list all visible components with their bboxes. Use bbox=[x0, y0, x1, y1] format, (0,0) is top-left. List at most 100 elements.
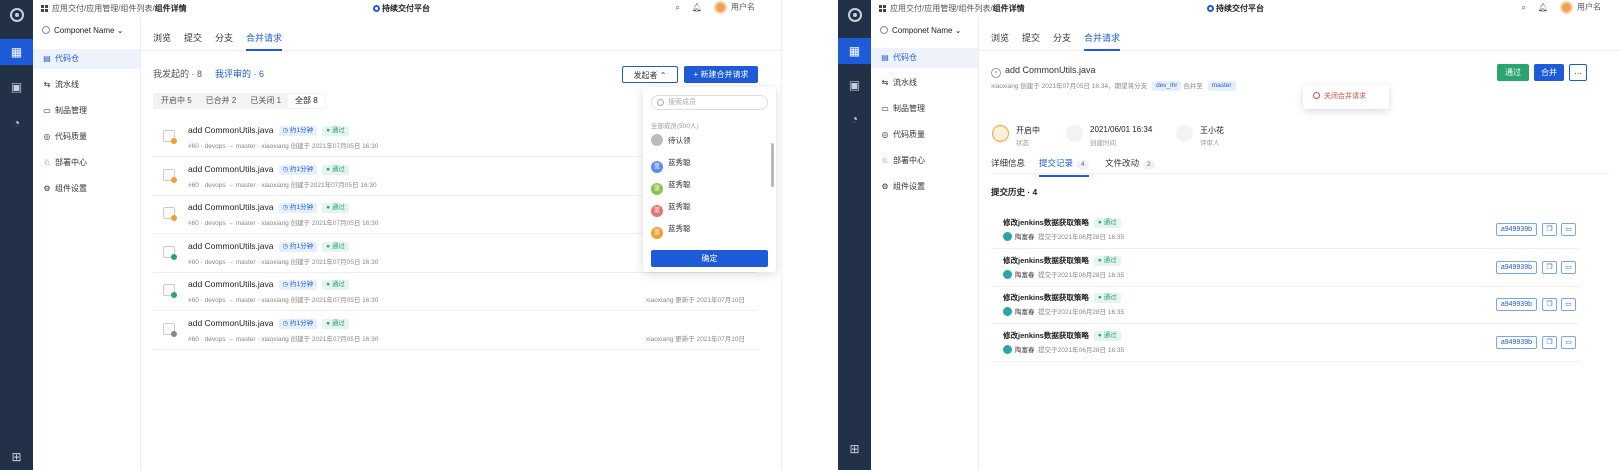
commit-hash[interactable]: a949939b bbox=[1495, 298, 1537, 311]
confirm-button[interactable]: 确定 bbox=[651, 250, 768, 267]
dashboard-icon[interactable]: ▦ bbox=[838, 38, 871, 64]
folder-icon[interactable]: ▭ bbox=[1561, 260, 1576, 274]
tab-commit-records[interactable]: 提交记录 4 bbox=[1039, 157, 1089, 177]
toolbox-icon[interactable]: ▣ bbox=[0, 74, 33, 100]
approve-button[interactable]: 通过 bbox=[1497, 64, 1529, 81]
tab-file-changes[interactable]: 文件改动 2 bbox=[1105, 157, 1155, 170]
time-tag: ◷ 约1分钟 bbox=[278, 126, 318, 136]
member-option[interactable]: 蓝蓝秀聪 bbox=[651, 198, 691, 217]
sidebar-item-quality[interactable]: ◎ 代码质量 bbox=[871, 125, 978, 145]
table-row[interactable]: add CommonUtils.java ◷ 约1分钟 ● 通过 #60 · devo… bbox=[153, 273, 757, 312]
user-menu[interactable]: 用户名 bbox=[1560, 1, 1601, 14]
sidebar-item-repo[interactable]: ▤ 代码仓 bbox=[33, 49, 140, 69]
commit-hash[interactable]: a949939b bbox=[1495, 260, 1537, 274]
mr-title-text[interactable]: add CommonUtils.java bbox=[188, 318, 274, 328]
tab-branches[interactable]: 分支 bbox=[1053, 31, 1071, 44]
bell-icon[interactable]: 🔔︎ bbox=[1538, 3, 1548, 12]
folder-icon[interactable]: ▭ bbox=[1561, 223, 1576, 236]
initiator-filter-button[interactable]: 发起者 ⌃ bbox=[622, 66, 678, 83]
chart-pie-icon[interactable]: ◔ bbox=[838, 106, 871, 132]
tab-commits[interactable]: 提交 bbox=[184, 31, 202, 44]
copy-icon[interactable]: ❐ bbox=[1542, 223, 1557, 236]
target-branch-tag[interactable]: master bbox=[1207, 81, 1236, 91]
project-selector[interactable]: Componet Name ⌄ bbox=[42, 26, 123, 35]
commit-title-text[interactable]: 修改jenkins数据获取策略 bbox=[1003, 218, 1089, 227]
tab-browse[interactable]: 浏览 bbox=[153, 31, 171, 44]
sidebar-item-settings[interactable]: ⚙ 组件设置 bbox=[871, 177, 978, 197]
source-branch-tag[interactable]: dev_lhr bbox=[1152, 81, 1182, 91]
mr-title: add CommonUtils.java ◷ 约1分钟 ● 通过 bbox=[188, 318, 349, 329]
segment-closed[interactable]: 已关闭 1 bbox=[243, 94, 288, 108]
commit-hash[interactable]: a949939b bbox=[1495, 335, 1537, 349]
apps-grid-icon[interactable]: ⊞ bbox=[0, 444, 33, 470]
breadcrumb-path[interactable]: 应用交付/应用管理/组件列表/ bbox=[890, 4, 993, 13]
new-merge-request-button[interactable]: + 新建合并请求 bbox=[684, 66, 758, 83]
count-badge: 2 bbox=[1143, 160, 1155, 170]
dropdown-scrollbar[interactable] bbox=[771, 143, 774, 187]
folder-icon[interactable]: ▭ bbox=[1561, 335, 1576, 349]
member-search-input[interactable]: 搜索成员 bbox=[651, 95, 768, 110]
breadcrumb-path[interactable]: 应用交付/应用管理/组件列表/ bbox=[52, 4, 155, 13]
apps-grid-icon[interactable]: ⊞ bbox=[838, 436, 871, 462]
created-value: 2021/06/01 16:34 bbox=[1090, 125, 1153, 134]
commit-hash[interactable]: a949939b bbox=[1495, 223, 1537, 236]
merge-button[interactable]: 合并 bbox=[1534, 64, 1564, 81]
copy-icon[interactable]: ❐ bbox=[1542, 335, 1557, 349]
sidebar-item-repo[interactable]: ▤ 代码仓 bbox=[871, 48, 978, 68]
status-badge-text: 通过 bbox=[331, 204, 345, 212]
tab-merge-requests[interactable]: 合并请求 bbox=[1084, 31, 1121, 51]
chart-pie-icon[interactable]: ◔ bbox=[0, 110, 33, 136]
dashboard-icon[interactable]: ▦ bbox=[0, 39, 33, 65]
back-icon[interactable]: › bbox=[991, 68, 1001, 78]
segment-all[interactable]: 全部 8 bbox=[288, 94, 325, 108]
sidebar-item-deploy[interactable]: ♘ 部署中心 bbox=[33, 153, 140, 173]
table-row[interactable]: add CommonUtils.java ◷ 约1分钟 ● 通过 #60 · devo… bbox=[153, 312, 757, 350]
tab-branches[interactable]: 分支 bbox=[215, 31, 233, 44]
tab-browse[interactable]: 浏览 bbox=[991, 31, 1009, 44]
tab-merge-requests[interactable]: 合并请求 bbox=[246, 31, 283, 51]
sidebar-item-settings[interactable]: ⚙ 组件设置 bbox=[33, 179, 140, 199]
sidebar-item-deploy[interactable]: ♘ 部署中心 bbox=[871, 151, 978, 171]
platform-logo-icon[interactable] bbox=[838, 2, 871, 28]
mr-title-text[interactable]: add CommonUtils.java bbox=[188, 279, 274, 289]
member-option[interactable]: 蓝蓝秀聪 bbox=[651, 154, 691, 173]
merge-request-detail-screen: ▦ ▣ ◔ ⊞ 应用交付/应用管理/组件列表/组件详情 持续交付平台 ⌕ 🔔︎ … bbox=[838, 0, 1621, 470]
sidebar-item-quality[interactable]: ◎ 代码质量 bbox=[33, 127, 140, 147]
platform-logo-icon[interactable] bbox=[0, 2, 33, 28]
mr-title-text[interactable]: add CommonUtils.java bbox=[188, 125, 274, 135]
commit-title-text[interactable]: 修改jenkins数据获取策略 bbox=[1003, 256, 1089, 265]
tab-details[interactable]: 详细信息 bbox=[991, 157, 1025, 169]
sidebar-item-pipeline[interactable]: ⇆ 流水线 bbox=[33, 75, 140, 95]
folder-icon[interactable]: ▭ bbox=[1561, 298, 1576, 311]
user-menu[interactable]: 用户名 bbox=[714, 1, 755, 14]
sidebar-item-artifact[interactable]: ▭ 制品管理 bbox=[33, 101, 140, 121]
member-option[interactable]: 待认领 bbox=[651, 132, 691, 150]
bell-icon[interactable]: 🔔︎ bbox=[692, 3, 702, 12]
commit-title-text[interactable]: 修改jenkins数据获取策略 bbox=[1003, 293, 1089, 302]
mr-title-text[interactable]: add CommonUtils.java bbox=[188, 202, 274, 212]
sidebar-item-label: 组件设置 bbox=[55, 184, 87, 193]
segment-open[interactable]: 开启中 5 bbox=[154, 94, 199, 108]
mr-title-text[interactable]: add CommonUtils.java bbox=[188, 164, 274, 174]
segment-merged[interactable]: 已合并 2 bbox=[199, 94, 244, 108]
member-option[interactable]: 蓝蓝秀聪 bbox=[651, 220, 691, 239]
toolbox-icon[interactable]: ▣ bbox=[838, 72, 871, 98]
breadcrumb-current: 组件详情 bbox=[154, 4, 187, 13]
project-selector[interactable]: Componet Name ⌄ bbox=[880, 26, 961, 35]
filter-my-reviewed[interactable]: 我评审的 · 6 bbox=[215, 67, 264, 80]
copy-icon[interactable]: ❐ bbox=[1542, 298, 1557, 311]
sidebar-item-pipeline[interactable]: ⇆ 流水线 bbox=[871, 73, 978, 93]
search-icon[interactable]: ⌕ bbox=[675, 3, 679, 13]
filter-my-created[interactable]: 我发起的 · 8 bbox=[153, 67, 202, 80]
member-option[interactable]: 蓝蓝秀聪 bbox=[651, 176, 691, 195]
commit-meta: 陶富春 提交于2021年06月28日 16:35 bbox=[1003, 344, 1124, 354]
tab-commits[interactable]: 提交 bbox=[1022, 31, 1040, 44]
copy-icon[interactable]: ❐ bbox=[1542, 260, 1557, 274]
mr-title-text[interactable]: add CommonUtils.java bbox=[188, 241, 274, 251]
sidebar-item-artifact[interactable]: ▭ 制品管理 bbox=[871, 99, 978, 119]
tab-label: 详细信息 bbox=[991, 158, 1026, 168]
search-icon[interactable]: ⌕ bbox=[1521, 3, 1525, 13]
more-actions-button[interactable]: ⋯ bbox=[1569, 64, 1587, 81]
close-mr-popover[interactable]: 关闭合并请求 bbox=[1303, 85, 1389, 109]
commit-title-text[interactable]: 修改jenkins数据获取策略 bbox=[1003, 331, 1089, 340]
